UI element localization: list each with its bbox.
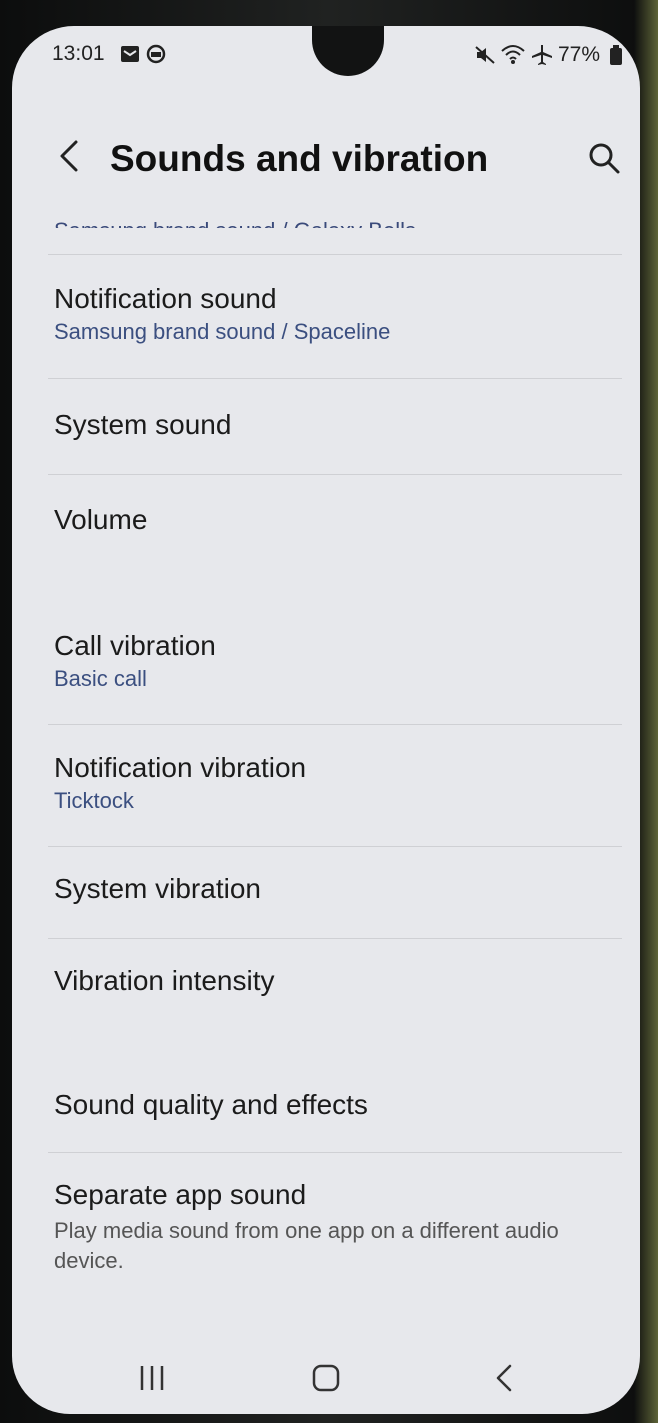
wifi-icon: [501, 45, 525, 64]
divider: [48, 846, 622, 847]
item-title: Separate app sound: [54, 1179, 307, 1210]
sound-quality-item[interactable]: Sound quality and effects: [54, 1088, 614, 1122]
item-subtitle: Ticktock: [54, 788, 134, 813]
message-icon: [121, 46, 139, 62]
item-subtitle: Samsung brand sound / Spaceline: [54, 319, 391, 344]
vibration-intensity-item[interactable]: Vibration intensity: [54, 964, 614, 998]
item-description: Play media sound from one app on a diffe…: [54, 1218, 559, 1273]
item-title: Vibration intensity: [54, 965, 275, 996]
divider: [48, 474, 622, 475]
divider: [48, 378, 622, 379]
home-icon[interactable]: [304, 1358, 348, 1398]
page-title: Sounds and vibration: [110, 138, 489, 179]
system-vibration-item[interactable]: System vibration: [54, 872, 614, 906]
notification-vibration-item[interactable]: Notification vibration Ticktock: [54, 751, 614, 815]
chevron-left-icon[interactable]: [50, 136, 90, 176]
separate-app-sound-item[interactable]: Separate app sound Play media sound from…: [54, 1178, 614, 1276]
item-title: System sound: [54, 409, 232, 440]
divider: [48, 938, 622, 939]
notification-sound-item[interactable]: Notification sound Samsung brand sound /…: [54, 282, 614, 346]
divider: [48, 724, 622, 725]
navigation-bar: [12, 1348, 640, 1408]
app-header: Sounds and vibration: [12, 126, 640, 196]
item-title: System vibration: [54, 873, 261, 904]
divider: [48, 254, 622, 255]
item-subtitle: Basic call: [54, 666, 147, 691]
recents-icon[interactable]: [130, 1358, 174, 1398]
airplane-icon: [532, 45, 552, 65]
search-icon[interactable]: [586, 140, 622, 176]
volume-item[interactable]: Volume: [54, 503, 614, 537]
divider: [48, 1152, 622, 1153]
battery-icon: [610, 45, 622, 65]
sync-icon: [146, 44, 166, 64]
battery-percent: 77%: [558, 43, 601, 66]
item-title: Volume: [54, 504, 148, 535]
mute-icon: [475, 46, 495, 64]
item-title: Notification sound: [54, 283, 277, 314]
system-sound-item[interactable]: System sound: [54, 408, 614, 442]
item-title: Sound quality and effects: [54, 1089, 368, 1120]
status-time: 13:01: [52, 42, 105, 65]
ringtone-subtitle-clipped: Samsung brand sound / Galaxy Bells: [54, 202, 416, 228]
item-title: Notification vibration: [54, 752, 307, 783]
item-title: Call vibration: [54, 630, 216, 661]
call-vibration-item[interactable]: Call vibration Basic call: [54, 629, 614, 693]
phone-screen: 13:01 77% Sounds and vibration Notificat…: [12, 26, 640, 1414]
back-icon[interactable]: [482, 1358, 526, 1398]
